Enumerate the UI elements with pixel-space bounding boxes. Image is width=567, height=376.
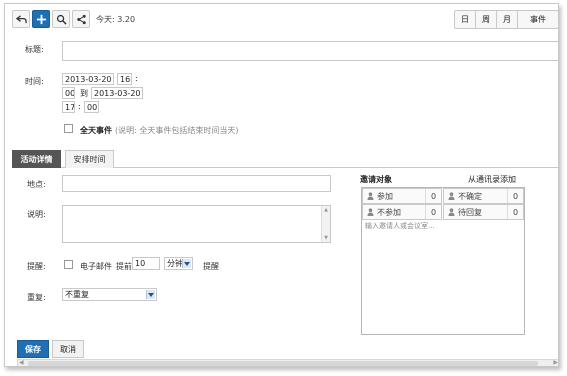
chevron-down-icon: [182, 259, 191, 268]
allday-checkbox[interactable]: [64, 124, 73, 133]
title-label: 标题:: [25, 45, 44, 54]
view-week-button[interactable]: 周: [476, 11, 497, 28]
scrollbar-thumb[interactable]: [28, 361, 538, 366]
unsure-status: 不确定 0: [443, 188, 524, 204]
search-icon: [56, 14, 67, 25]
view-switcher: 日 周 月 事件: [454, 10, 558, 29]
reminder-email-label: 电子邮件: [80, 262, 112, 271]
search-button[interactable]: [52, 10, 70, 28]
to-label: 到: [80, 89, 88, 98]
end-minute-input[interactable]: 00: [84, 101, 99, 113]
share-button[interactable]: [72, 10, 90, 28]
repeat-select[interactable]: 不重复: [62, 288, 157, 301]
repeat-label: 重复:: [27, 293, 46, 302]
location-label: 地点:: [27, 180, 46, 189]
cancel-button[interactable]: 取消: [52, 340, 84, 358]
decline-status: 不参加 0: [362, 204, 442, 220]
reminder-unit-value: 分钟: [167, 259, 183, 268]
time-label: 时间:: [25, 77, 44, 86]
pending-status: 待回复 0: [443, 204, 524, 220]
view-month-button[interactable]: 月: [497, 11, 518, 28]
reminder-suffix-label: 提醒: [203, 262, 219, 271]
description-scrollbar[interactable]: ▲ ▼: [321, 206, 330, 242]
view-event-button[interactable]: 事件: [518, 11, 558, 28]
plus-icon: [36, 14, 46, 24]
tab-activity-details[interactable]: 活动详情: [12, 150, 61, 168]
tab-schedule-time[interactable]: 安排时间: [65, 150, 114, 168]
scroll-left-icon[interactable]: ◀: [19, 359, 24, 366]
start-date-input[interactable]: 2013-03-20: [62, 73, 114, 85]
reminder-unit-select[interactable]: 分钟: [164, 257, 193, 270]
scroll-right-icon[interactable]: ▶: [553, 359, 558, 366]
location-input[interactable]: [62, 175, 331, 192]
time-colon: :: [135, 74, 138, 83]
add-from-contacts-link[interactable]: 从通讯录添加: [468, 174, 516, 185]
start-hour-input[interactable]: 16: [117, 73, 132, 85]
share-icon: [76, 14, 86, 24]
start-minute-input[interactable]: 00: [62, 87, 75, 99]
reminder-email-checkbox[interactable]: [64, 260, 73, 269]
today-indicator: 今天: 3.20: [96, 15, 136, 24]
description-label: 说明:: [27, 210, 46, 219]
chevron-down-icon: [146, 290, 155, 299]
attend-status: 参加 0: [362, 188, 442, 204]
event-editor-window: 今天: 3.20 日 周 月 事件 标题: 时间: 2013-03-20 16 …: [4, 3, 559, 367]
user-icon: [446, 208, 456, 216]
title-input[interactable]: [62, 41, 558, 61]
view-day-button[interactable]: 日: [455, 11, 476, 28]
user-icon: [365, 208, 375, 216]
user-icon: [446, 192, 456, 200]
time-colon: :: [78, 102, 81, 111]
invitee-search-input[interactable]: 输入邀请人或会议室...: [363, 221, 523, 233]
invitees-panel: 参加 0 不确定 0 不参加 0 待回复 0 输入邀请人或会议室...: [361, 187, 525, 335]
add-event-button[interactable]: [32, 10, 50, 28]
save-button[interactable]: 保存: [17, 340, 49, 358]
allday-hint: (说明: 全天事件包括结束时间当天): [115, 126, 239, 135]
description-textarea[interactable]: ▲ ▼: [62, 205, 331, 243]
allday-label: 全天事件: [80, 126, 112, 135]
scroll-down-icon[interactable]: ▼: [323, 235, 329, 241]
reminder-value-input[interactable]: 10: [132, 257, 160, 270]
invitees-title: 邀请对象: [360, 175, 392, 184]
reminder-advance-label: 提前: [116, 262, 132, 271]
scroll-up-icon[interactable]: ▲: [323, 207, 329, 213]
reminder-label: 提醒:: [27, 262, 46, 271]
end-date-input[interactable]: 2013-03-20: [91, 87, 143, 99]
repeat-value: 不重复: [65, 290, 89, 299]
undo-arrow-icon: [15, 14, 27, 23]
back-button[interactable]: [12, 10, 30, 28]
horizontal-scrollbar[interactable]: ◀ ▶: [17, 359, 558, 366]
user-icon: [365, 192, 375, 200]
end-hour-input[interactable]: 17: [62, 101, 75, 113]
